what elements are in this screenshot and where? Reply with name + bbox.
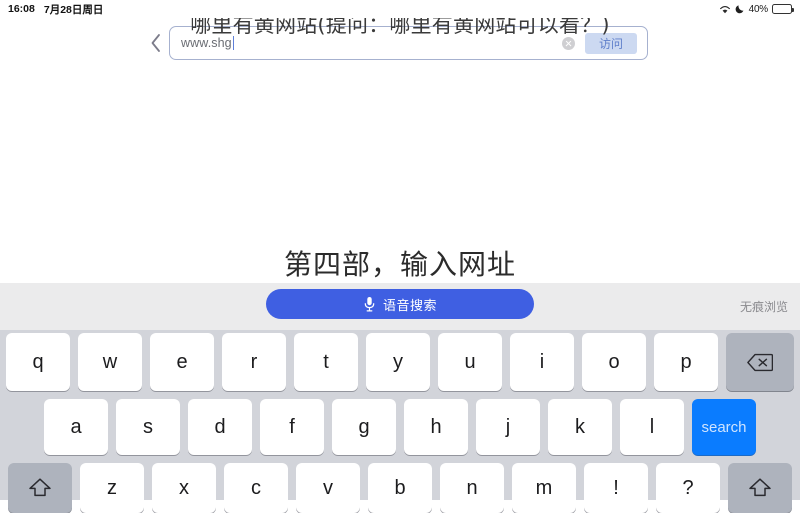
key-q[interactable]: q (6, 333, 70, 391)
key-exclamation[interactable]: ! (584, 463, 648, 513)
key-y[interactable]: y (366, 333, 430, 391)
incognito-browsing-label[interactable]: 无痕浏览 (740, 298, 788, 315)
key-c[interactable]: c (224, 463, 288, 513)
backspace-icon (726, 333, 794, 391)
shift-key-left[interactable] (8, 463, 72, 513)
microphone-icon (363, 296, 376, 313)
key-question[interactable]: ? (656, 463, 720, 513)
key-j[interactable]: j (476, 399, 540, 455)
key-v[interactable]: v (296, 463, 360, 513)
key-d[interactable]: d (188, 399, 252, 455)
key-i[interactable]: i (510, 333, 574, 391)
key-b[interactable]: b (368, 463, 432, 513)
key-r[interactable]: r (222, 333, 286, 391)
key-k[interactable]: k (548, 399, 612, 455)
key-w[interactable]: w (78, 333, 142, 391)
key-o[interactable]: o (582, 333, 646, 391)
search-key[interactable]: search (692, 399, 756, 455)
shift-arrow-icon (8, 463, 72, 513)
onscreen-keyboard: q w e r t y u i o p a s d f g h j k l se… (0, 330, 800, 513)
key-u[interactable]: u (438, 333, 502, 391)
key-e[interactable]: e (150, 333, 214, 391)
do-not-disturb-moon-icon (735, 4, 745, 14)
shift-key-right[interactable] (728, 463, 792, 513)
voice-search-button[interactable]: 语音搜索 (266, 289, 534, 319)
status-bar: 16:08 7月28日周日 40% (0, 0, 800, 18)
backspace-key[interactable] (726, 333, 794, 391)
status-time: 16:08 (8, 3, 35, 15)
voice-search-label: 语音搜索 (382, 298, 437, 314)
shift-arrow-icon-right (728, 463, 792, 513)
battery-icon (772, 4, 794, 14)
wifi-icon (719, 5, 731, 14)
key-x[interactable]: x (152, 463, 216, 513)
key-f[interactable]: f (260, 399, 324, 455)
key-n[interactable]: n (440, 463, 504, 513)
status-bar-left: 16:08 7月28日周日 (8, 2, 103, 17)
status-date: 7月28日周日 (43, 3, 104, 16)
keyboard-row-2: a s d f g h j k l search (0, 399, 800, 455)
battery-percent-label: 40% (748, 3, 769, 15)
key-p[interactable]: p (654, 333, 718, 391)
keyboard-row-1: q w e r t y u i o p (0, 333, 800, 391)
status-bar-right: 40% (719, 3, 794, 15)
key-h[interactable]: h (404, 399, 468, 455)
key-t[interactable]: t (294, 333, 358, 391)
key-m[interactable]: m (512, 463, 576, 513)
key-a[interactable]: a (44, 399, 108, 455)
key-l[interactable]: l (620, 399, 684, 455)
phone-screen: 16:08 7月28日周日 40% 哪里有黄网站(提问：哪里有黄网站可以看？) (0, 0, 800, 513)
keyboard-row-3: z x c v b n m ! ? (0, 463, 800, 513)
key-s[interactable]: s (116, 399, 180, 455)
key-z[interactable]: z (80, 463, 144, 513)
key-g[interactable]: g (332, 399, 396, 455)
center-caption: 第四部，输入网址 (283, 248, 516, 281)
